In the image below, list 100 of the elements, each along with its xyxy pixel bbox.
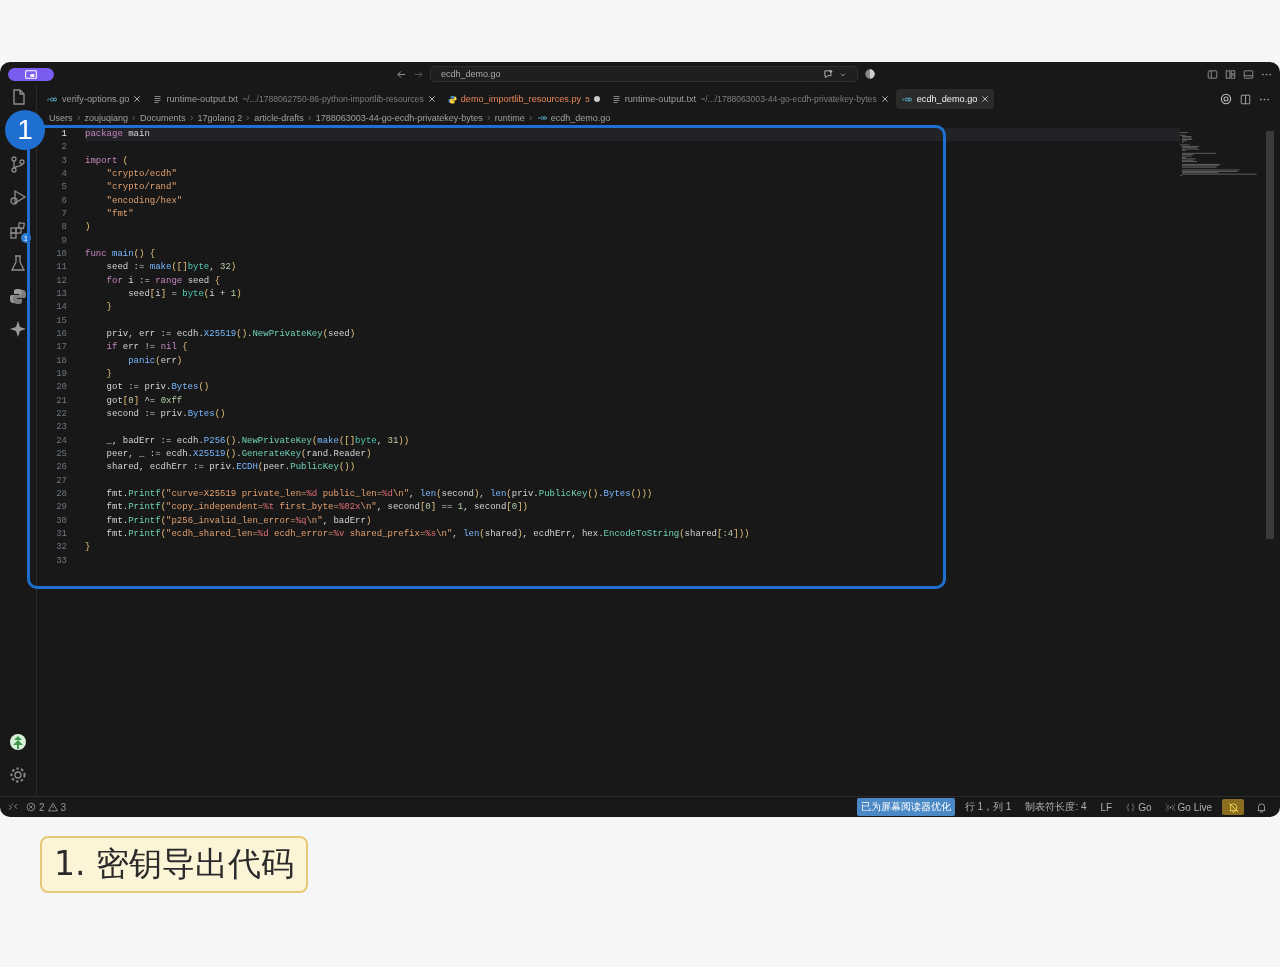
lines-icon: [611, 94, 621, 104]
line-number: 9: [60, 234, 68, 248]
close-icon[interactable]: [880, 95, 889, 103]
bell-icon[interactable]: [1255, 801, 1267, 813]
status-item[interactable]: 制表符长度: 4: [1021, 798, 1091, 816]
code-line: fmt.Printf("copy_independent=%t first_byte=%02x\n", second[0] == 1, second[0]): [105, 501, 529, 515]
panel-toggle-icon[interactable]: [1243, 68, 1254, 80]
command-center-field[interactable]: ecdh_demo.go: [430, 66, 858, 82]
line-number: 11: [55, 261, 68, 275]
line-number: 17: [55, 341, 68, 355]
window-icon: [25, 69, 37, 79]
line-number: 20: [55, 381, 68, 395]
layout-icon[interactable]: [1225, 68, 1236, 80]
line-number: 6: [60, 194, 68, 208]
editor-tab[interactable]: ecdh_demo.go: [895, 89, 995, 109]
code-line: for i := range seed {: [105, 274, 222, 288]
code-line: if err != nil {: [105, 341, 189, 355]
extensions-icon[interactable]: [9, 221, 27, 239]
code-line: }: [105, 301, 113, 315]
close-icon[interactable]: [981, 95, 990, 103]
line-number: 21: [55, 394, 68, 408]
half-circle-icon[interactable]: [864, 68, 876, 80]
code-line: }: [85, 541, 92, 555]
close-icon[interactable]: [133, 95, 142, 103]
problem-count: 5: [585, 94, 590, 104]
line-number: 7: [60, 207, 68, 221]
editor-tab[interactable]: runtime-output.txt ~/.../1788063003-44-go-ecdh-privatekey-bytes: [606, 89, 894, 109]
code-line: peer, _ := ecdh.X25519().GenerateKey(rand.Reader): [105, 447, 373, 461]
split-editor-icon[interactable]: [1240, 93, 1251, 105]
editor-tab[interactable]: runtime-output.txt ~/.../1788062750-86-python-importlib-resources: [148, 89, 441, 109]
account-avatar[interactable]: [9, 733, 27, 751]
line-number: 13: [55, 287, 68, 301]
breadcrumb-item[interactable]: article-drafts: [254, 113, 304, 123]
remote-icon[interactable]: [8, 802, 18, 812]
line-number: 30: [55, 514, 68, 528]
code-line: seed[i] = byte(i + 1): [127, 287, 243, 301]
code-line: seed := make([]byte, 32): [105, 261, 238, 275]
line-number: 27: [55, 474, 68, 488]
go-file-icon: [46, 94, 58, 104]
tab-description: ~/.../1788063003-44-go-ecdh-privatekey-bytes: [700, 94, 877, 104]
chat-icon[interactable]: [822, 68, 835, 80]
code-line: fmt.Printf("ecdh_shared_len=%d ecdh_error=%v shared_prefix=%s\n", len(shared), ecdhErr, hex.EncodeToString(shared[:4])): [105, 527, 751, 541]
chevron-right-icon: [188, 114, 195, 122]
editor-tab[interactable]: verify-options.go: [41, 89, 147, 109]
code-line: shared, ecdhErr := priv.ECDH(peer.PublicKey()): [105, 461, 357, 475]
breadcrumb-item[interactable]: Users: [49, 113, 73, 123]
unsaved-dot: [593, 96, 600, 102]
python-icon[interactable]: [9, 287, 27, 305]
status-item[interactable]: 已为屏幕阅读器优化: [856, 798, 955, 816]
status-item[interactable]: Go Live: [1161, 799, 1216, 815]
back-arrow-icon[interactable]: [396, 68, 407, 80]
breadcrumb-item[interactable]: 17golang 2: [197, 113, 243, 123]
settings-icon[interactable]: [9, 766, 27, 784]
warning-count[interactable]: 3: [60, 801, 67, 813]
python-file-icon: [447, 94, 457, 104]
code-line: got[0] ^= 0xff: [105, 394, 184, 408]
chevron-right-icon: [75, 114, 82, 122]
go-file-icon: [900, 94, 913, 104]
status-item[interactable]: 行 1，列 1: [960, 798, 1016, 816]
layout-toggle-button[interactable]: [8, 67, 54, 81]
line-number: 31: [55, 527, 68, 541]
close-icon[interactable]: [427, 95, 436, 103]
code-line: panic(err): [127, 354, 184, 368]
line-number: 16: [55, 327, 68, 341]
bell-slash-icon[interactable]: [1227, 801, 1239, 813]
line-number: 25: [55, 447, 68, 461]
source-control-icon[interactable]: [9, 155, 27, 173]
chevron-right-icon: [527, 114, 534, 122]
breadcrumb-item[interactable]: runtime: [494, 113, 525, 123]
chevron-right-icon: [485, 114, 492, 122]
code-line: "encoding/hex": [105, 194, 184, 208]
sidebar-toggle-icon[interactable]: [1207, 68, 1218, 80]
braces-icon: [1126, 802, 1136, 812]
code-line: fmt.Printf("p256_invalid_len_error=%q\n", badErr): [105, 514, 373, 528]
code-line: "crypto/ecdh": [105, 168, 178, 181]
sparkle-icon[interactable]: [9, 320, 27, 338]
code-line: got := priv.Bytes(): [105, 381, 211, 395]
tab-description: ~/.../1788062750-86-python-importlib-resources: [241, 94, 424, 104]
editor-tab[interactable]: demo_importlib_resources.py 5: [442, 89, 605, 109]
error-count[interactable]: 2: [39, 801, 45, 813]
line-number: 14: [55, 301, 68, 315]
line-number: 10: [55, 247, 68, 261]
breadcrumb-item[interactable]: 1788063003-44-go-ecdh-privatekey-bytes: [315, 113, 483, 123]
code-line: fmt.Printf("curve=X25519 private_len=%d public_len=%d\n", len(second), len(priv.PublicKey().Bytes())): [105, 487, 654, 501]
run-debug-icon[interactable]: [9, 188, 27, 206]
flask-icon[interactable]: [9, 254, 27, 272]
breadcrumb-item[interactable]: zoujuqiang: [84, 113, 129, 123]
breadcrumb-item[interactable]: Documents: [140, 113, 186, 123]
line-number: 15: [55, 314, 68, 328]
status-item[interactable]: LF: [1096, 799, 1117, 815]
breadcrumb-item[interactable]: ecdh_demo.go: [550, 113, 611, 123]
scrollbar-thumb[interactable]: [1266, 131, 1274, 539]
status-item[interactable]: Go: [1122, 799, 1156, 815]
line-number: 2: [60, 141, 68, 155]
code-line: func main() {: [85, 247, 157, 261]
line-number: 19: [55, 367, 68, 381]
error-icon: [26, 802, 36, 812]
code-line: }: [105, 367, 113, 381]
code-line: ): [85, 221, 92, 235]
line-number: 26: [55, 461, 68, 475]
